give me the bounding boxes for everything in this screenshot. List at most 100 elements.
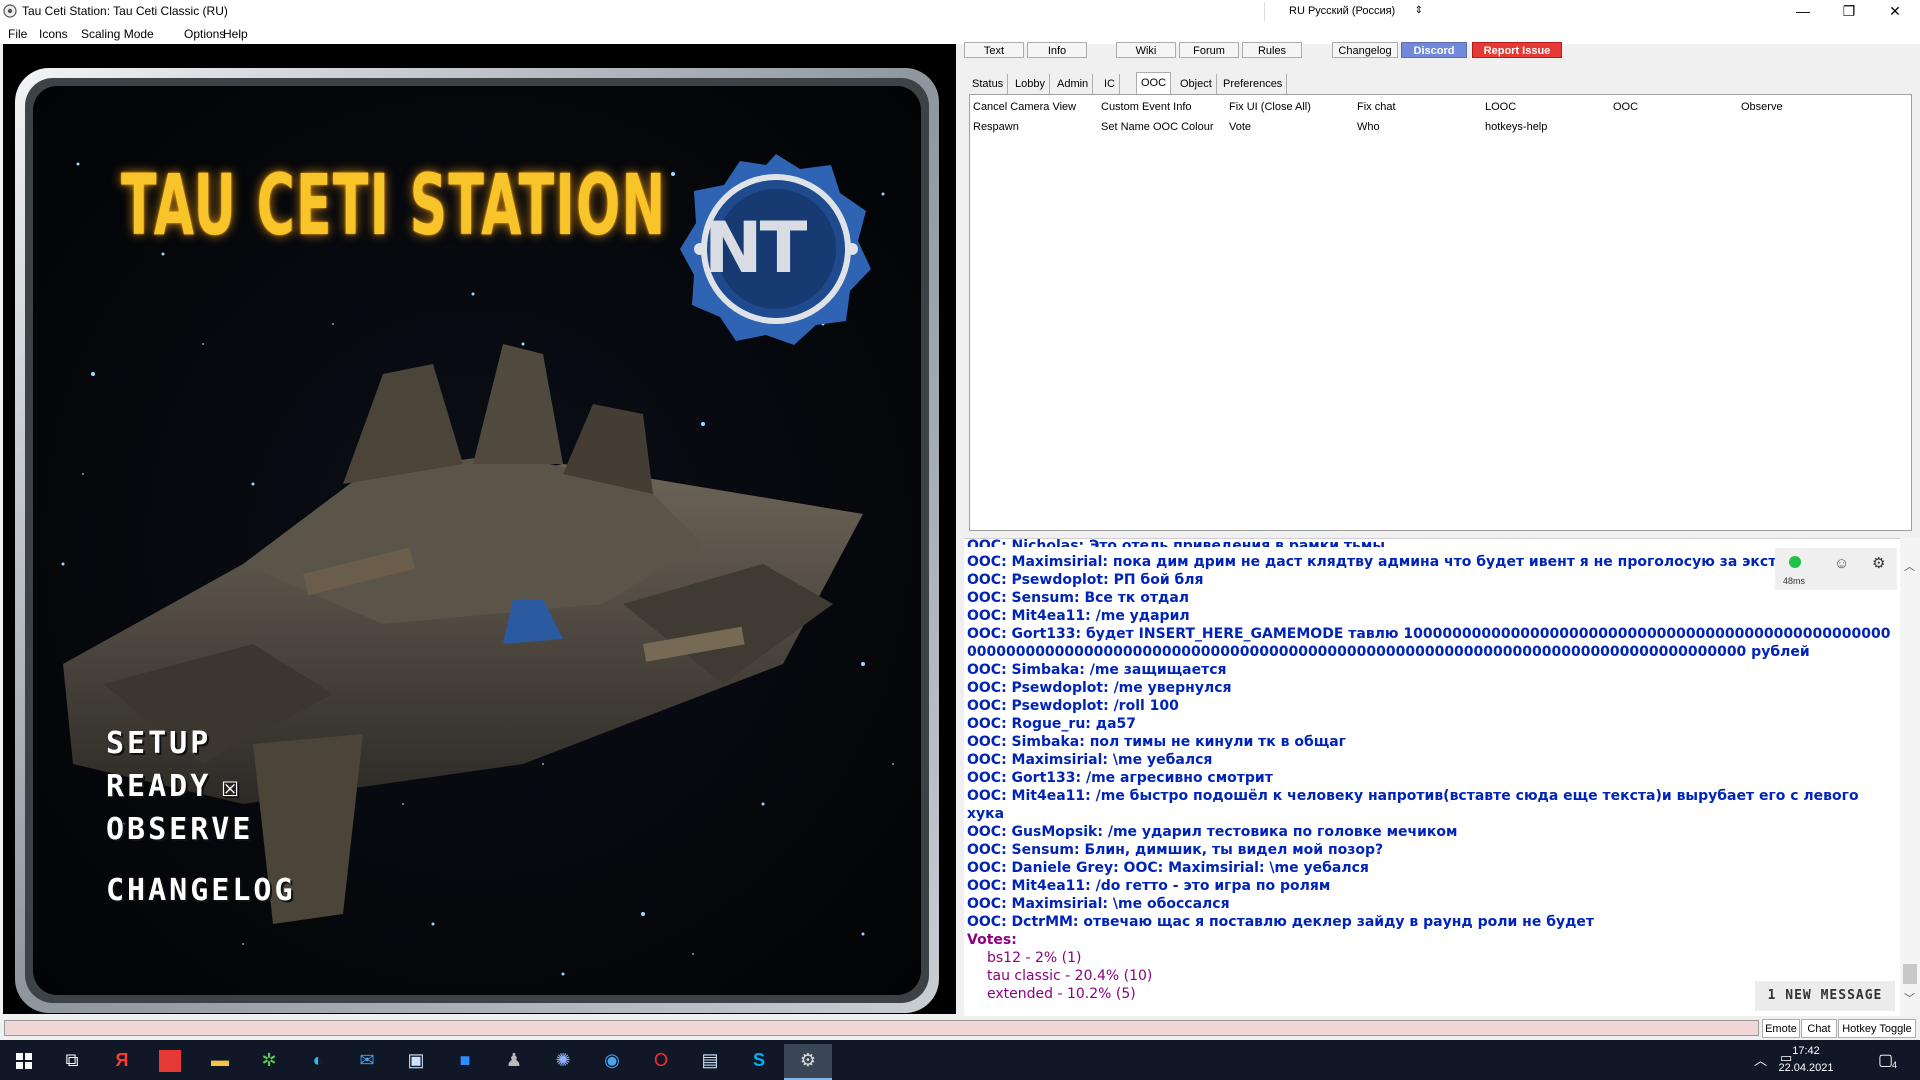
chevron-up-icon[interactable]: ︿ bbox=[1904, 558, 1915, 574]
hotkey-toggle-button[interactable]: Hotkey Toggle bbox=[1838, 1019, 1916, 1038]
window-title: Tau Ceti Station: Tau Ceti Classic (RU) bbox=[22, 4, 228, 18]
gear-icon[interactable]: ⚙ bbox=[1872, 554, 1885, 572]
green-app-icon[interactable]: ✲ bbox=[245, 1044, 293, 1076]
tray-chevron-icon[interactable]: ︿ bbox=[1754, 1050, 1767, 1069]
clock-time[interactable]: 17:42 bbox=[1776, 1045, 1836, 1057]
tab-status[interactable]: Status bbox=[968, 74, 1009, 94]
chat-line: OOC: Sensum: Все тк отдал bbox=[967, 590, 1190, 606]
chat-line: OOC: Sensum: Блин, димшик, ты видел мой … bbox=[967, 842, 1384, 858]
chat-line: OOC: Gort133: /me агресивно смотрит bbox=[967, 770, 1273, 786]
app-people-icon[interactable]: ♟ bbox=[490, 1044, 538, 1076]
observe-button[interactable]: OBSERVE bbox=[106, 812, 253, 847]
tab-object[interactable]: Object bbox=[1176, 74, 1217, 94]
window-app-icon[interactable]: ▤ bbox=[686, 1044, 734, 1076]
tab-ooc[interactable]: OOC bbox=[1136, 72, 1172, 95]
verb-item[interactable]: Set Name OOC Colour bbox=[1101, 121, 1213, 133]
task-view-icon[interactable]: ⧉ bbox=[48, 1044, 96, 1076]
chat-status-box: 48ms ☺ ⚙ bbox=[1775, 548, 1897, 590]
forum-button[interactable]: Forum bbox=[1179, 42, 1239, 58]
file-explorer-icon[interactable]: ▬ bbox=[196, 1044, 244, 1076]
verb-item[interactable]: Vote bbox=[1229, 121, 1251, 133]
title-bar: Tau Ceti Station: Tau Ceti Classic (RU) … bbox=[0, 0, 1920, 24]
taskbar-game-active-icon[interactable]: ⚙ bbox=[784, 1044, 832, 1080]
verb-item[interactable]: Observe bbox=[1741, 101, 1783, 113]
menu-file[interactable]: File bbox=[8, 27, 27, 41]
edge-browser-icon[interactable]: ◐ bbox=[294, 1044, 342, 1076]
changelog-button[interactable]: CHANGELOG bbox=[106, 873, 296, 908]
minimize-button[interactable]: — bbox=[1780, 0, 1826, 22]
chevron-down-icon[interactable]: ﹀ bbox=[1904, 990, 1915, 1006]
chat-line: OOC: Mit4ea11: /me быстро подошёл к чело… bbox=[967, 788, 1864, 822]
mail-icon[interactable]: ✉ bbox=[343, 1044, 391, 1076]
scroll-thumb[interactable] bbox=[1903, 964, 1917, 984]
app-icon bbox=[3, 4, 17, 18]
app-red-icon[interactable] bbox=[146, 1044, 194, 1076]
menu-scaling-mode[interactable]: Scaling Mode bbox=[81, 27, 154, 41]
verb-item[interactable]: Fix chat bbox=[1357, 101, 1396, 113]
verb-item[interactable]: Who bbox=[1357, 121, 1380, 133]
command-input[interactable] bbox=[4, 1020, 1759, 1036]
byond-icon[interactable]: ✺ bbox=[539, 1044, 587, 1076]
report-issue-button[interactable]: Report Issue bbox=[1472, 42, 1562, 58]
ready-button[interactable]: READY bbox=[106, 769, 211, 804]
menu-options[interactable]: Options bbox=[184, 27, 225, 41]
clock-date[interactable]: 22.04.2021 bbox=[1776, 1062, 1836, 1074]
tab-preferences[interactable]: Preferences bbox=[1219, 74, 1288, 94]
text-button[interactable]: Text bbox=[964, 42, 1024, 58]
changelog-tab-button[interactable]: Changelog bbox=[1332, 42, 1398, 58]
verb-item[interactable]: Respawn bbox=[973, 121, 1019, 133]
chat-line: OOC: GusMopsik: /me ударил тестовика по … bbox=[967, 824, 1458, 840]
verb-item[interactable]: Fix UI (Close All) bbox=[1229, 101, 1311, 113]
chat-line: OOC: Simbaka: пол тимы не кинули тк в об… bbox=[967, 734, 1346, 750]
chat-line: OOC: Rogue_ru: да57 bbox=[967, 716, 1137, 732]
zoom-icon[interactable]: ■ bbox=[441, 1044, 489, 1076]
input-bar: Emote Chat Hotkey Toggle bbox=[0, 1016, 1920, 1040]
game-viewport[interactable]: TAU CETI STATION NT SETUP READY ☒ OBSERV… bbox=[3, 44, 956, 1014]
chat-scrollbar[interactable]: ︿ ﹀ bbox=[1900, 538, 1920, 1016]
updown-arrow-icon: ⇕ bbox=[1414, 5, 1423, 16]
menu-help[interactable]: Help bbox=[223, 27, 248, 41]
windows-icon bbox=[16, 1053, 32, 1070]
chat-line: OOC: Daniele Grey: OOC: Maximsirial: \me… bbox=[967, 860, 1369, 876]
verb-panel: Cancel Camera View Custom Event Info Fix… bbox=[969, 94, 1912, 531]
chat-line: OOC: Maximsirial: \me уебался bbox=[967, 752, 1213, 768]
verb-item[interactable]: Custom Event Info bbox=[1101, 101, 1192, 113]
rules-button[interactable]: Rules bbox=[1242, 42, 1302, 58]
verb-item[interactable]: Cancel Camera View bbox=[973, 101, 1076, 113]
maximize-button[interactable]: ❐ bbox=[1826, 0, 1872, 22]
chat-log[interactable]: OOC: Nicholas: Это отель приведения в ра… bbox=[964, 538, 1900, 1017]
wiki-button[interactable]: Wiki bbox=[1116, 42, 1176, 58]
notifications-icon[interactable]: ▢ bbox=[1878, 1050, 1893, 1070]
tab-ic[interactable]: IC bbox=[1100, 74, 1120, 94]
verb-item[interactable]: LOOC bbox=[1485, 101, 1516, 113]
ready-checkbox[interactable]: ☒ bbox=[221, 769, 242, 804]
skype-icon[interactable]: S bbox=[735, 1044, 783, 1076]
menu-icons[interactable]: Icons bbox=[39, 27, 68, 41]
discord-button[interactable]: Discord bbox=[1401, 42, 1467, 58]
emoji-icon[interactable]: ☺ bbox=[1834, 555, 1849, 572]
language-select[interactable]: RU Русский (Россия) ⇕ bbox=[1264, 2, 1431, 21]
taskbar: ⧉ Я ▬ ✲ ◐ ✉ ▣ ■ ♟ ✺ ◉ O ▤ S ⚙ ︿ ▭ 17:42 … bbox=[0, 1040, 1920, 1080]
tab-admin[interactable]: Admin bbox=[1053, 74, 1094, 94]
verb-item[interactable]: hotkeys-help bbox=[1485, 121, 1547, 133]
verb-item[interactable]: OOC bbox=[1613, 101, 1638, 113]
opera-icon[interactable]: O bbox=[637, 1044, 685, 1076]
chat-line-partial: OOC: Nicholas: Это отель приведения в ра… bbox=[967, 539, 1385, 547]
chat-button[interactable]: Chat bbox=[1801, 1019, 1837, 1038]
store-icon[interactable]: ▣ bbox=[392, 1044, 440, 1076]
chat-line: OOC: Maximsirial: \me обоссался bbox=[967, 896, 1230, 912]
tab-lobby[interactable]: Lobby bbox=[1011, 74, 1050, 94]
chat-line: OOC: Mit4ea11: /me ударил bbox=[967, 608, 1190, 624]
yandex-browser-icon[interactable]: Я bbox=[98, 1044, 146, 1076]
start-button[interactable] bbox=[0, 1044, 48, 1076]
chat-line: OOC: Simbaka: /me защищается bbox=[967, 662, 1227, 678]
setup-button[interactable]: SETUP bbox=[106, 726, 211, 761]
language-label: RU Русский (Россия) bbox=[1289, 5, 1396, 17]
app-circle-icon[interactable]: ◉ bbox=[588, 1044, 636, 1076]
chat-line: OOC: Psewdoplot: /me увернулся bbox=[967, 680, 1232, 696]
new-message-button[interactable]: 1 NEW MESSAGE bbox=[1755, 981, 1895, 1011]
close-button[interactable]: ✕ bbox=[1872, 0, 1918, 22]
emote-button[interactable]: Emote bbox=[1762, 1019, 1800, 1038]
info-button[interactable]: Info bbox=[1027, 42, 1087, 58]
notification-count: 4 bbox=[1892, 1060, 1898, 1070]
